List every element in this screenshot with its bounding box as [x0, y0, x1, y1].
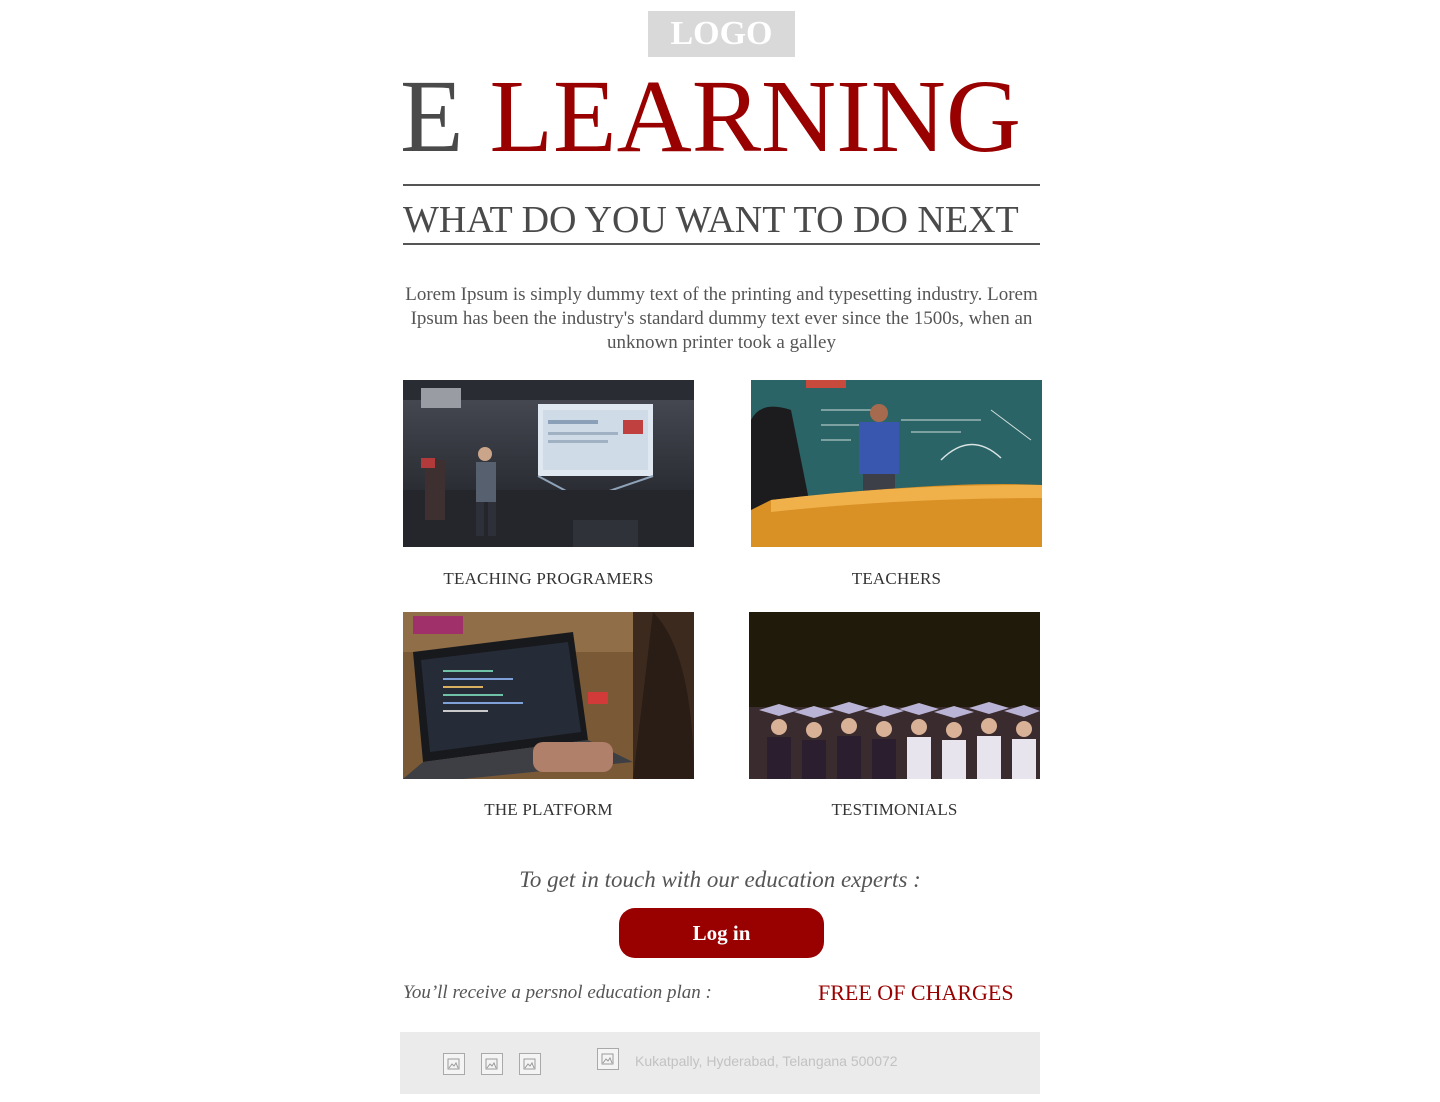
location-icon: [597, 1048, 619, 1070]
social-icon-3[interactable]: [519, 1053, 541, 1075]
classroom-projector-photo: [403, 380, 694, 547]
broken-image-icon: [447, 1058, 460, 1070]
broken-image-icon: [601, 1053, 614, 1065]
page-title: E LEARNING: [400, 62, 1040, 172]
login-button[interactable]: Log in: [619, 908, 824, 958]
intro-paragraph: Lorem Ipsum is simply dummy text of the …: [405, 284, 1038, 353]
laptop-coding-photo: [403, 612, 694, 779]
card-image-the-platform[interactable]: [403, 612, 694, 779]
plan-text: You’ll receive a persnol education plan …: [403, 982, 712, 1003]
section-heading: WHAT DO YOU WANT TO DO NEXT: [403, 199, 1019, 241]
card-label-the-platform[interactable]: THE PLATFORM: [403, 800, 694, 820]
free-of-charges-text: FREE OF CHARGES: [818, 980, 1014, 1005]
card-image-testimonials[interactable]: [749, 612, 1040, 779]
card-label-teachers[interactable]: TEACHERS: [751, 569, 1042, 589]
divider-top: [403, 184, 1040, 186]
card-label-testimonials[interactable]: TESTIMONIALS: [749, 800, 1040, 820]
broken-image-icon: [485, 1058, 498, 1070]
card-label-teaching-programers[interactable]: TEACHING PROGRAMERS: [403, 569, 694, 589]
title-main: LEARNING: [489, 59, 1022, 174]
teacher-chalkboard-photo: [751, 380, 1042, 547]
graduation-crowd-photo: [749, 612, 1040, 779]
social-icon-1[interactable]: [443, 1053, 465, 1075]
title-prefix: E: [400, 59, 464, 174]
card-image-teachers[interactable]: [751, 380, 1042, 547]
contact-prompt: To get in touch with our education exper…: [519, 867, 921, 892]
footer: Kukatpally, Hyderabad, Telangana 500072: [400, 1032, 1040, 1094]
footer-address: Kukatpally, Hyderabad, Telangana 500072: [635, 1053, 898, 1069]
card-image-teaching-programers[interactable]: [403, 380, 694, 547]
social-icon-2[interactable]: [481, 1053, 503, 1075]
logo-text: LOGO: [670, 15, 773, 52]
logo[interactable]: LOGO: [648, 11, 795, 57]
broken-image-icon: [523, 1058, 536, 1070]
divider-bottom: [403, 243, 1040, 245]
